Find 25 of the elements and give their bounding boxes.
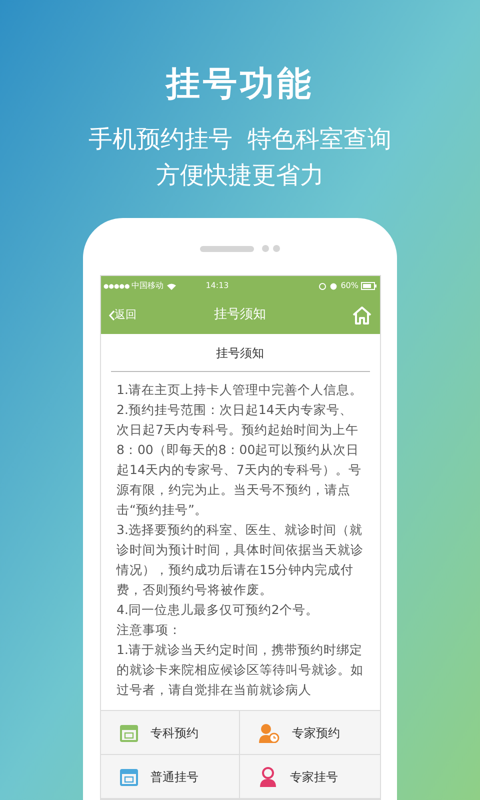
notice-paragraph: 3.选择要预约的科室、医生、就诊时间（就诊时间为预计时间，具体时间依据当天就诊情况），预约成功后请在15分钟内完成付费，否则预约号将被作废。	[116, 521, 364, 599]
notice-paragraph: 1.请于就诊当天约定时间，携带预约时绑定的就诊卡来院相应候诊区等待叫号就诊。如过号者，请自觉排在当前就诊病人	[116, 641, 364, 699]
battery-percent: 60%	[340, 280, 358, 292]
phone-camera	[262, 245, 269, 252]
phone-speaker	[200, 246, 254, 252]
notice-paragraph: 注意事项：	[116, 621, 182, 639]
battery-icon	[360, 282, 376, 290]
notice-paragraph: 2.预约挂号范围：次日起14天内专家号、次日起7天内专科号。预约起始时间为上午8：00（即每天的8：00起可以预约从次日起14天内的专家号、7天内的专科号）。号源有限，约完为止。当天号不预约，请点击“预约挂号”。	[116, 401, 362, 519]
menu-button[interactable]: 普通挂号	[100, 755, 240, 799]
nav-title: 挂号须知	[214, 306, 266, 324]
home-icon[interactable]	[352, 306, 372, 324]
phone-sensor	[273, 245, 280, 252]
notice-paragraph: 4.同一位患儿最多仅可预约2个号。	[116, 601, 320, 619]
menu-button[interactable]: 专家挂号	[240, 755, 380, 799]
carrier-name: 中国移动	[132, 280, 164, 292]
wifi-icon	[166, 282, 176, 290]
promo-title: 挂号功能	[166, 63, 314, 106]
menu-button[interactable]: 专家预约	[240, 711, 380, 755]
notice-heading: 挂号须知	[110, 334, 370, 372]
promo-subtitle: 方便快捷更省力	[156, 160, 324, 190]
notice-paragraph: 1.请在主页上持卡人管理中完善个人信息。	[116, 381, 364, 399]
menu-button[interactable]: 专科预约	[100, 711, 240, 755]
promo-subtitle: 手机预约挂号 特色科室查询	[88, 124, 392, 154]
status-time: 14:13	[206, 280, 229, 292]
chevron-left-icon	[108, 310, 114, 320]
